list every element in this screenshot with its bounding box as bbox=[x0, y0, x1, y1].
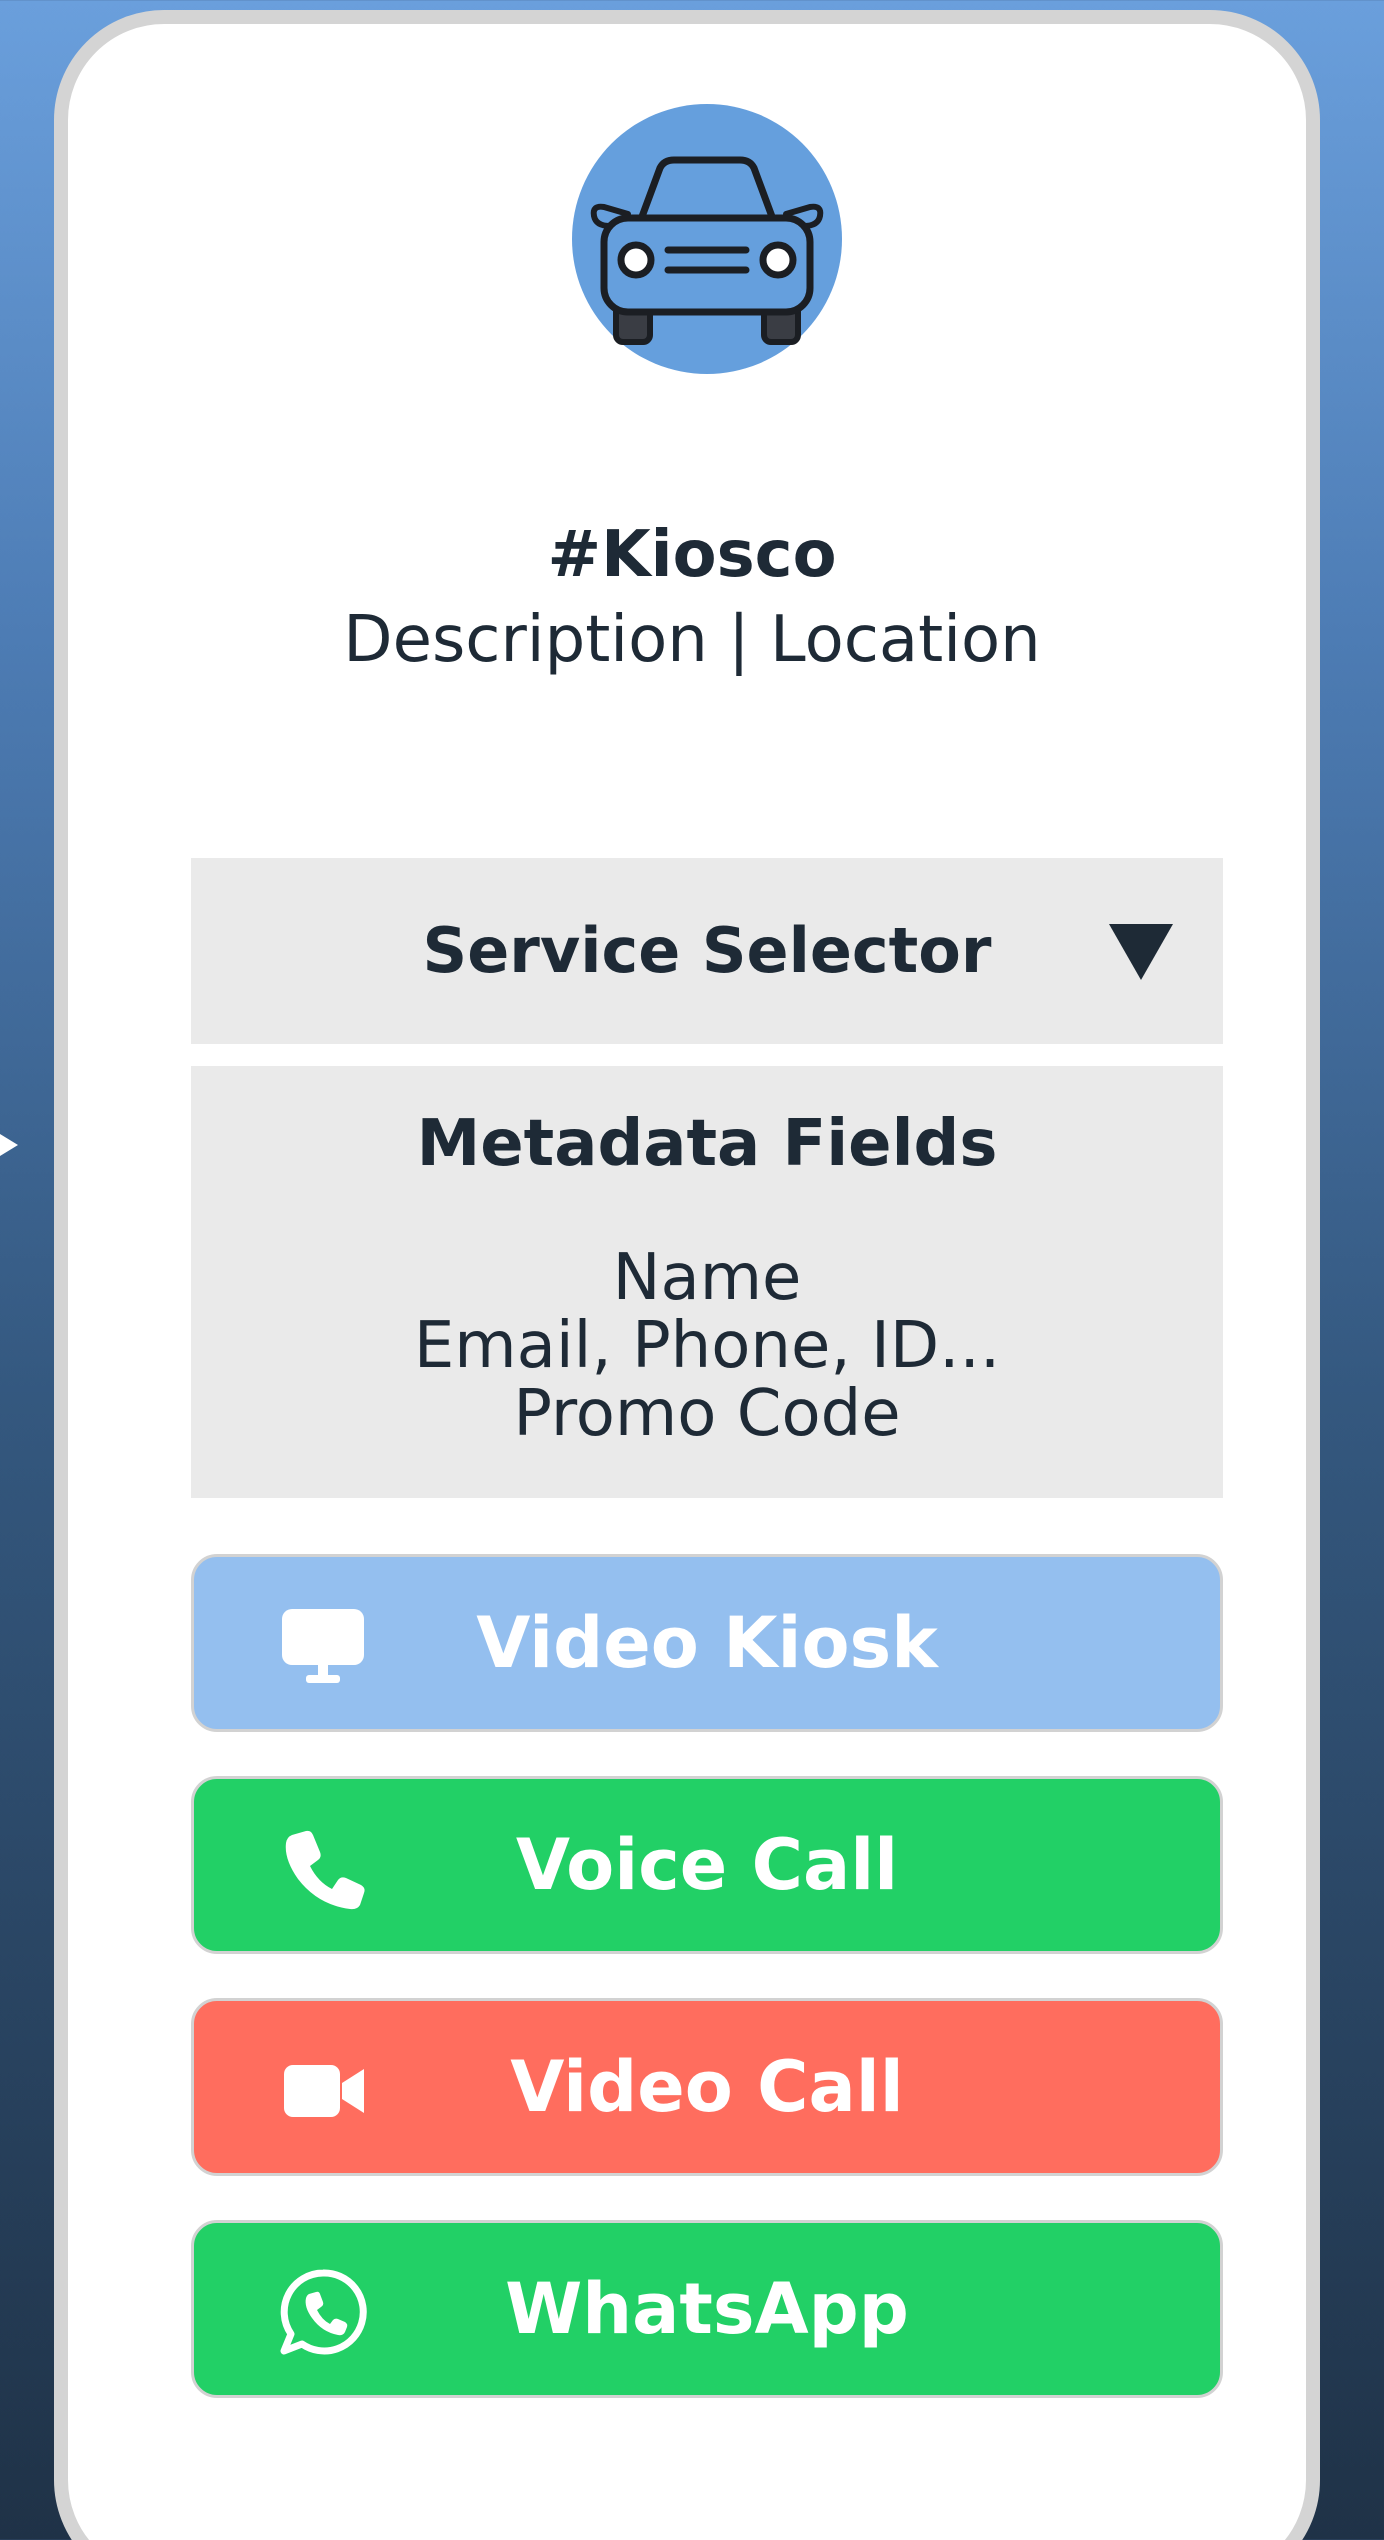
video-kiosk-button[interactable]: Video Kiosk bbox=[191, 1554, 1223, 1732]
video-kiosk-label: Video Kiosk bbox=[476, 1602, 938, 1684]
video-call-label: Video Call bbox=[510, 2046, 904, 2128]
metadata-fields-title: Metadata Fields bbox=[416, 1107, 998, 1181]
page-title: #Kiosco bbox=[547, 518, 837, 592]
voice-call-button[interactable]: Voice Call bbox=[191, 1776, 1223, 1954]
car-icon bbox=[590, 156, 824, 345]
caret-down-icon bbox=[1109, 924, 1173, 980]
metadata-fields-panel: Metadata Fields Name Email, Phone, ID...… bbox=[191, 1066, 1223, 1498]
voice-call-label: Voice Call bbox=[515, 1824, 899, 1906]
side-arrow-icon[interactable] bbox=[0, 1134, 18, 1156]
metadata-field-promo-code[interactable]: Promo Code bbox=[191, 1380, 1223, 1448]
service-selector-label: Service Selector bbox=[422, 914, 992, 987]
whatsapp-button[interactable]: WhatsApp bbox=[191, 2220, 1223, 2398]
video-call-button[interactable]: Video Call bbox=[191, 1998, 1223, 2176]
service-selector[interactable]: Service Selector bbox=[191, 858, 1223, 1044]
page-subtitle: Description | Location bbox=[343, 603, 1041, 677]
metadata-field-name[interactable]: Name bbox=[191, 1244, 1223, 1312]
metadata-field-contact[interactable]: Email, Phone, ID... bbox=[191, 1312, 1223, 1380]
whatsapp-label: WhatsApp bbox=[505, 2268, 909, 2350]
avatar bbox=[572, 104, 842, 374]
